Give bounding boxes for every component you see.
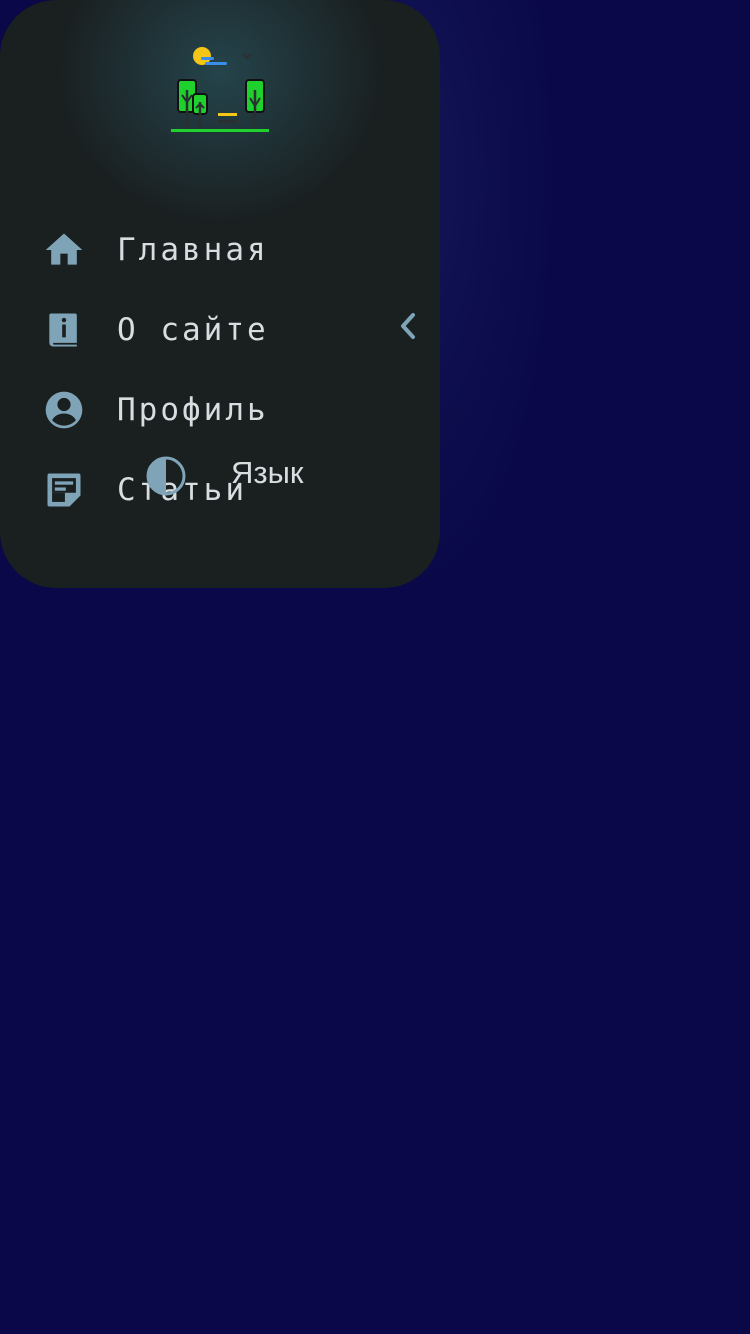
menu-item-label: Профиль xyxy=(117,392,269,428)
navigation-drawer: Главная О сайте Профиль Статьи Язык xyxy=(0,0,440,588)
site-logo[interactable] xyxy=(165,40,275,140)
article-icon xyxy=(40,466,88,514)
menu-item-label: О сайте xyxy=(117,312,269,348)
contrast-icon xyxy=(146,456,186,496)
menu-item-label: Главная xyxy=(117,232,269,268)
page: Главная О сайте Профиль Статьи Язык xyxy=(0,0,750,1334)
theme-toggle-button[interactable] xyxy=(145,455,187,497)
home-icon xyxy=(40,226,88,274)
menu-item-profile[interactable]: Профиль xyxy=(40,380,430,440)
menu-item-home[interactable]: Главная xyxy=(40,220,430,280)
chevron-left-icon[interactable] xyxy=(392,310,424,342)
language-selector[interactable]: Язык xyxy=(231,455,303,491)
account-circle-icon xyxy=(40,386,88,434)
menu-item-about[interactable]: О сайте xyxy=(40,300,430,360)
info-book-icon xyxy=(40,306,88,354)
park-logo-icon xyxy=(171,47,269,132)
